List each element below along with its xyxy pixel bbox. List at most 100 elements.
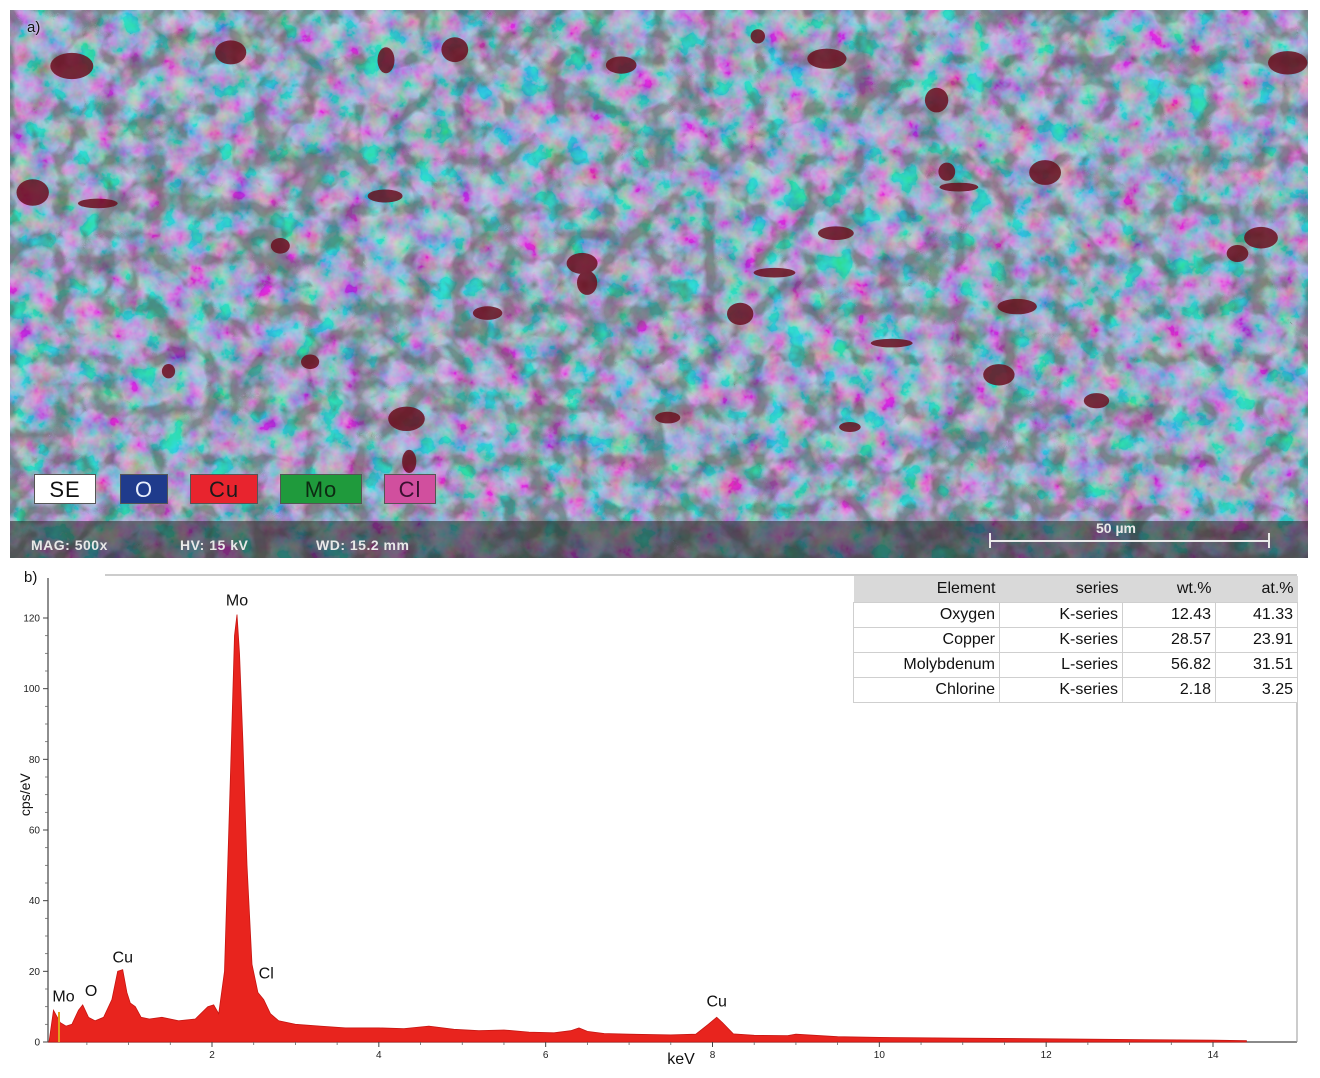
legend-chip-cl: Cl [384, 474, 436, 504]
dark-pit [472, 306, 503, 320]
legend-chip-label: Mo [304, 477, 338, 502]
dark-pit [655, 411, 681, 424]
legend-chip-label: SE [49, 477, 81, 502]
dark-pit [215, 40, 247, 65]
peak-label: Cl [259, 965, 274, 982]
table-cell: L-series [999, 651, 1123, 678]
table-header: Element [853, 576, 1000, 602]
scale-bar-tick-right [1268, 533, 1270, 548]
peak-label: Mo [226, 593, 248, 610]
dark-pit [441, 37, 469, 63]
table-cell: K-series [999, 601, 1123, 628]
dark-pit [1244, 226, 1278, 249]
dark-pit [1268, 51, 1308, 75]
scale-bar [990, 540, 1270, 542]
dark-pit [402, 449, 417, 473]
table-cell: 56.82 [1122, 651, 1216, 678]
dark-pit [577, 270, 598, 295]
legend-chip-se: SE [34, 474, 96, 504]
table-row: Molybdenum L-series 56.82 31.51 [853, 651, 1298, 678]
table-row: Chlorine K-series 2.18 3.25 [853, 676, 1298, 703]
peak-label: Mo [52, 988, 74, 1005]
peak-label: Cu [113, 950, 133, 967]
table-cell: 3.25 [1215, 676, 1298, 703]
table-cell: K-series [999, 626, 1123, 653]
dark-pit [77, 198, 118, 209]
x-tick-label: 12 [1041, 1050, 1053, 1061]
dark-pit [939, 182, 979, 192]
dark-pit [1083, 393, 1110, 409]
dark-pit [839, 422, 861, 432]
y-tick-label: 80 [29, 755, 41, 766]
dark-pit [997, 298, 1037, 315]
composition-table: Element series wt.% at.% Oxygen K-series… [853, 576, 1298, 703]
table-cell: 23.91 [1215, 626, 1298, 653]
dark-pit [301, 354, 320, 370]
y-tick-label: 40 [29, 896, 41, 907]
y-axis-label: cps/eV [17, 773, 33, 816]
dark-pit [605, 56, 637, 74]
x-tick-label: 2 [209, 1050, 215, 1061]
magnification-text: MAG: 500x [31, 537, 108, 553]
table-header-row: Element series wt.% at.% [853, 576, 1298, 602]
table-cell: K-series [999, 676, 1123, 703]
dark-pit [1226, 245, 1249, 262]
legend-chip-o: O [120, 474, 168, 504]
x-tick-label: 14 [1207, 1050, 1219, 1061]
dark-pit [566, 252, 598, 274]
dark-pit [388, 406, 425, 431]
table-cell: Chlorine [853, 676, 1000, 703]
y-tick-label: 0 [34, 1038, 40, 1049]
x-tick-label: 4 [376, 1050, 382, 1061]
working-distance-text: WD: 15.2 mm [316, 537, 410, 553]
dark-pit [870, 338, 913, 348]
table-cell: 12.43 [1122, 601, 1216, 628]
low-energy-marker [58, 1011, 60, 1042]
scale-bar-tick-left [989, 533, 991, 548]
dark-pit [818, 226, 854, 240]
table-cell: 28.57 [1122, 626, 1216, 653]
dark-pit [367, 189, 403, 203]
table-cell: Oxygen [853, 601, 1000, 628]
legend-chip-cu: Cu [190, 474, 258, 504]
dark-pit [938, 162, 956, 181]
peak-label: O [85, 983, 97, 1000]
y-tick-label: 120 [23, 614, 40, 625]
y-tick-label: 60 [29, 826, 41, 837]
legend-chip-mo: Mo [280, 474, 362, 504]
y-tick-label: 100 [23, 684, 40, 695]
peak-label: Cu [706, 994, 726, 1011]
table-header: at.% [1215, 576, 1298, 602]
legend-chip-label: O [134, 477, 154, 502]
voltage-text: HV: 15 kV [180, 537, 249, 553]
dark-pit [270, 238, 290, 254]
table-row: Copper K-series 28.57 23.91 [853, 626, 1298, 653]
panel-label-a: a) [27, 19, 41, 36]
table-header: wt.% [1122, 576, 1216, 602]
x-axis-label: keV [667, 1051, 695, 1068]
dark-pit [1029, 160, 1061, 185]
dark-pit [753, 267, 796, 278]
table-cell: 41.33 [1215, 601, 1298, 628]
x-tick-label: 8 [710, 1050, 716, 1061]
dark-pit [16, 179, 49, 206]
dark-pit [807, 48, 847, 69]
dark-pit [750, 29, 765, 44]
dark-pit [377, 47, 395, 74]
dark-pit [983, 364, 1015, 386]
table-cell: Copper [853, 626, 1000, 653]
scale-bar-label: 50 µm [1096, 520, 1136, 536]
legend-chip-label: Cu [208, 477, 240, 502]
dark-pit [727, 302, 754, 325]
x-tick-label: 10 [874, 1050, 886, 1061]
y-tick-label: 20 [29, 967, 41, 978]
table-cell: Molybdenum [853, 651, 1000, 678]
dark-pit [924, 87, 949, 113]
table-header: series [999, 576, 1123, 602]
table-cell: 2.18 [1122, 676, 1216, 703]
dark-pit [50, 52, 94, 80]
legend-chip-label: Cl [398, 477, 422, 502]
x-tick-label: 6 [543, 1050, 549, 1061]
table-cell: 31.51 [1215, 651, 1298, 678]
dark-pit [161, 364, 176, 379]
